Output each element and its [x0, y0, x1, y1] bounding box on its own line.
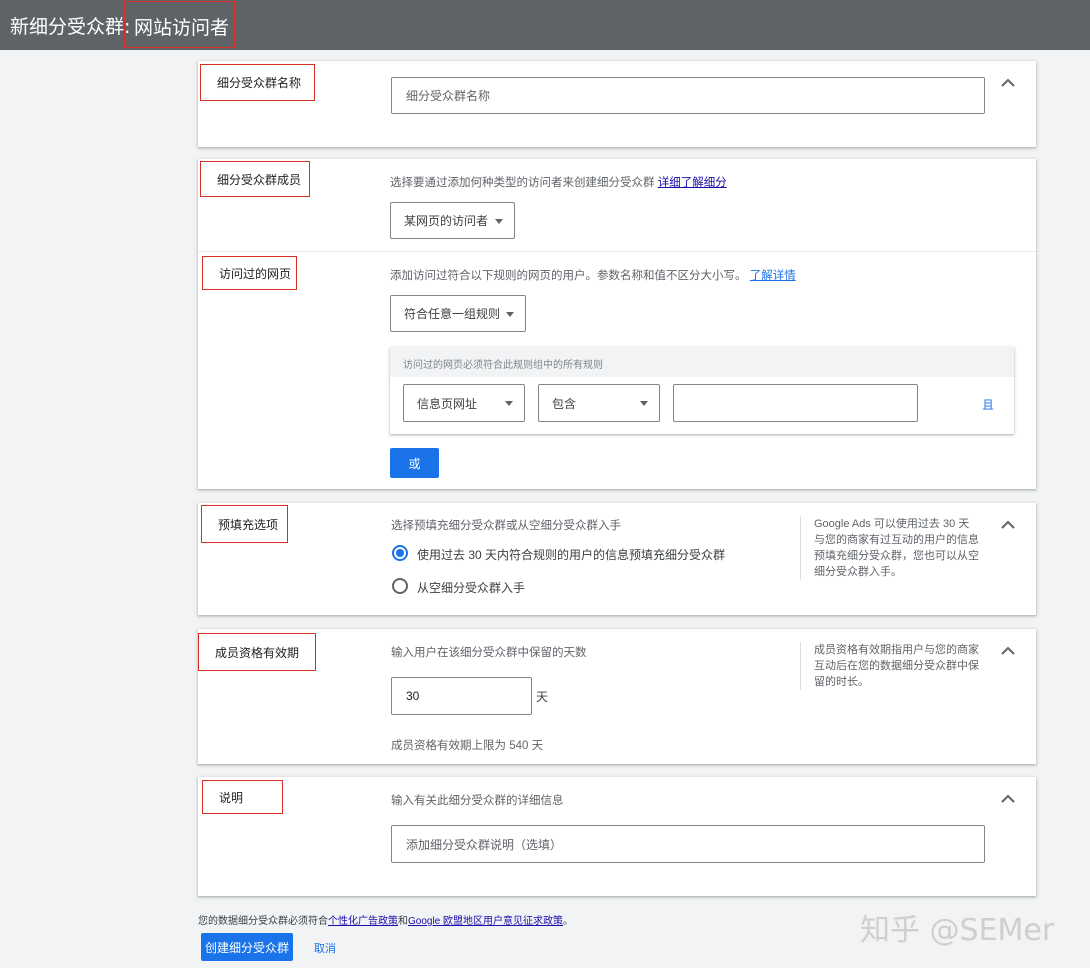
rule-match-dropdown[interactable]: 符合任意一组规则 — [390, 295, 526, 332]
description-section-label: 说明 — [202, 780, 283, 814]
learn-more-link[interactable]: 了解详情 — [750, 270, 796, 282]
pages-description: 添加访问过符合以下规则的网页的用户。参数名称和值不区分大小写。 了解详情 — [390, 270, 796, 282]
rule-value-input[interactable] — [673, 384, 918, 422]
prefill-option-1-label[interactable]: 使用过去 30 天内符合规则的用户的信息预填充细分受众群 — [417, 546, 725, 563]
rule-operator-dropdown[interactable]: 包含 — [538, 384, 660, 422]
cancel-button[interactable]: 取消 — [314, 940, 336, 956]
members-section-label: 细分受众群成员 — [200, 161, 310, 197]
prefill-radio-option-2[interactable] — [392, 578, 408, 594]
rule-match-value: 符合任意一组规则 — [404, 307, 501, 321]
and-rule-link[interactable]: 且 — [982, 396, 994, 413]
rule-group: 访问过的网页必须符合此规则组中的所有规则 信息页网址 包含 且 — [390, 347, 1014, 434]
segment-description-input[interactable]: 添加细分受众群说明（选填） — [391, 825, 985, 863]
policy-notice: 您的数据细分受众群必须符合个性化广告政策和Google 欧盟地区用户意见征求政策… — [198, 916, 574, 927]
page-header: 新细分受众群: 网站访问者 — [0, 0, 1090, 50]
member-type-value: 某网页的访问者 — [404, 214, 489, 228]
collapse-chevron-icon[interactable] — [1001, 794, 1015, 804]
dropdown-caret-icon — [505, 401, 513, 406]
name-section-label: 细分受众群名称 — [200, 64, 315, 101]
personalized-ads-policy-link[interactable]: 个性化广告政策 — [328, 916, 398, 927]
eu-consent-policy-link[interactable]: Google 欧盟地区用户意见征求政策 — [408, 916, 563, 927]
collapse-chevron-icon[interactable] — [1001, 646, 1015, 656]
help-divider — [800, 516, 801, 580]
description-card: 说明 输入有关此细分受众群的详细信息 添加细分受众群说明（选填） — [198, 777, 1036, 896]
prefill-card: 预填充选项 选择预填充细分受众群或从空细分受众群入手 使用过去 30 天内符合规… — [198, 503, 1036, 615]
rule-group-title: 访问过的网页必须符合此规则组中的所有规则 — [403, 360, 603, 371]
page-title: 网站访问者 — [124, 1, 235, 48]
duration-limit-note: 成员资格有效期上限为 540 天 — [391, 740, 544, 752]
dropdown-caret-icon — [506, 312, 514, 317]
name-card: 细分受众群名称 细分受众群名称 — [198, 61, 1036, 147]
duration-unit: 天 — [536, 690, 549, 704]
prefill-help-text: Google Ads 可以使用过去 30 天与您的商家有过互动的用户的信息预填充… — [814, 518, 979, 578]
segment-name-input[interactable]: 细分受众群名称 — [391, 77, 985, 114]
learn-segments-link[interactable]: 详细了解细分 — [658, 177, 727, 189]
watermark: 知乎 @SEMer — [860, 913, 1055, 948]
duration-section-label: 成员资格有效期 — [198, 633, 316, 671]
prefill-description: 选择预填充细分受众群或从空细分受众群入手 — [391, 520, 621, 532]
help-divider — [800, 642, 801, 690]
description-hint: 输入有关此细分受众群的详细信息 — [391, 795, 564, 807]
duration-card: 成员资格有效期 输入用户在该细分受众群中保留的天数 30 天 成员资格有效期上限… — [198, 629, 1036, 764]
duration-help-text: 成员资格有效期指用户与您的商家互动后在您的数据细分受众群中保留的时长。 — [814, 644, 979, 688]
duration-days-input[interactable]: 30 — [391, 677, 532, 715]
rule-field-dropdown[interactable]: 信息页网址 — [403, 384, 525, 422]
member-type-dropdown[interactable]: 某网页的访问者 — [390, 202, 515, 239]
members-description: 选择要通过添加何种类型的访问者来创建细分受众群 详细了解细分 — [390, 177, 727, 189]
collapse-chevron-icon[interactable] — [1001, 520, 1015, 530]
pages-section-label: 访问过的网页 — [202, 256, 297, 290]
prefill-option-2-label[interactable]: 从空细分受众群入手 — [417, 579, 525, 596]
create-segment-button[interactable]: 创建细分受众群 — [201, 933, 293, 961]
collapse-chevron-icon[interactable] — [1001, 78, 1015, 88]
page-title-prefix: 新细分受众群: — [10, 16, 131, 38]
dropdown-caret-icon — [495, 219, 503, 224]
prefill-radio-option-1[interactable] — [392, 545, 408, 561]
dropdown-caret-icon — [640, 401, 648, 406]
members-card: 细分受众群成员 选择要通过添加何种类型的访问者来创建细分受众群 详细了解细分 某… — [198, 159, 1036, 489]
duration-description: 输入用户在该细分受众群中保留的天数 — [391, 647, 587, 659]
or-button[interactable]: 或 — [390, 448, 439, 478]
rule-field-value: 信息页网址 — [417, 396, 478, 411]
section-divider — [198, 251, 1036, 252]
prefill-section-label: 预填充选项 — [201, 505, 288, 543]
rule-operator-value: 包含 — [552, 396, 577, 411]
